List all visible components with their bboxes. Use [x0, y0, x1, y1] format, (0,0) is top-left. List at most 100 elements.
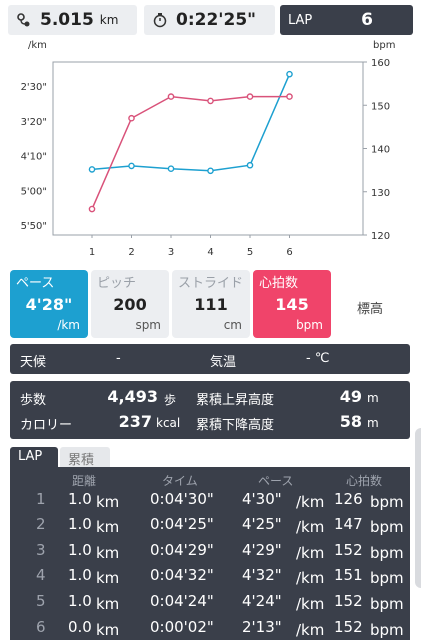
temperature-label: 気温: [210, 355, 237, 370]
left-tick-label: 2'30": [21, 82, 47, 93]
stride-label: ストライド: [178, 276, 244, 291]
x-tick-label: 5: [247, 247, 253, 258]
distance-value: 5.015: [40, 10, 94, 30]
time-box: 0:22'25": [144, 5, 275, 35]
pitch-unit: spm: [135, 318, 161, 332]
lap-pace: 2'13": [242, 618, 282, 636]
lap-heart-rate-unit: bpm: [370, 595, 404, 613]
weather-bar: 天候 - 気温 - ℃: [10, 344, 410, 374]
heart-rate-card[interactable]: 心拍数 145 bpm: [253, 270, 331, 338]
lap-label: LAP: [288, 12, 313, 28]
lap-pace-unit: /km: [296, 493, 325, 511]
lap-index: 2: [36, 515, 46, 533]
lap-index: 3: [36, 541, 46, 559]
elevation-card[interactable]: 標高: [340, 270, 400, 338]
heart-rate-point: [286, 93, 293, 100]
right-axis-label: bpm: [373, 40, 395, 51]
table-row[interactable]: 3 1.0 km 0:04'29" 4'29" /km 152 bpm: [10, 537, 410, 562]
lap-heart-rate: 152: [334, 541, 363, 559]
lap-pace-unit: /km: [296, 569, 325, 587]
table-row[interactable]: 6 0.0 km 0:00'02" 2'13" /km 152 bpm: [10, 614, 410, 639]
lap-heart-rate: 151: [334, 566, 363, 584]
stride-unit: cm: [223, 318, 242, 332]
lap-index: 6: [36, 618, 46, 636]
lap-pace: 4'24": [242, 592, 282, 610]
lap-time: 0:04'30": [150, 490, 214, 508]
stats-row: カロリー 237 kcal 累積下降高度 58 m: [10, 410, 410, 436]
lap-distance: 1.0: [68, 515, 92, 533]
calories-label: カロリー: [20, 418, 73, 433]
lap-distance-unit: km: [96, 569, 120, 587]
elevation-label: 標高: [356, 302, 383, 317]
heart-rate-value: 145: [275, 295, 309, 314]
pace-unit: /km: [57, 318, 80, 332]
lap-time: 0:04'24": [150, 592, 214, 610]
right-tick-label: 130: [371, 188, 390, 199]
lap-pace-unit: /km: [296, 544, 325, 562]
tab-cumulative[interactable]: 累積: [60, 447, 110, 468]
heart-rate-point: [88, 205, 96, 213]
x-tick-label: 6: [286, 247, 292, 258]
x-tick-label: 3: [168, 247, 174, 258]
calories-value: 237: [118, 412, 152, 431]
steps-label: 歩数: [20, 393, 47, 408]
lap-distance-unit: km: [96, 493, 120, 511]
x-tick-label: 2: [128, 247, 134, 258]
pace-line: [91, 73, 291, 172]
lap-heart-rate: 152: [334, 592, 363, 610]
lap-count: 6: [361, 10, 373, 30]
lap-heart-rate: 126: [334, 490, 363, 508]
pace-point: [88, 166, 96, 173]
stride-value: 111: [194, 295, 228, 314]
scroll-handle[interactable]: [415, 428, 421, 588]
lap-time: 0:00'02": [150, 618, 214, 636]
right-tick-label: 140: [371, 145, 390, 156]
distance-unit: km: [99, 13, 119, 27]
table-row[interactable]: 2 1.0 km 0:04'25" 4'25" /km 147 bpm: [10, 511, 410, 536]
pace-point: [167, 165, 175, 173]
weather-label: 天候: [20, 355, 47, 370]
pace-card[interactable]: ペース 4'28" /km: [10, 270, 88, 338]
lap-pace: 4'29": [242, 541, 282, 559]
lap-distance: 0.0: [68, 618, 92, 636]
lap-pace: 4'32": [242, 566, 282, 584]
temperature-value: - ℃: [306, 351, 330, 366]
table-row[interactable]: 4 1.0 km 0:04'32" 4'32" /km 151 bpm: [10, 562, 410, 587]
lap-heart-rate-unit: bpm: [370, 621, 404, 639]
lap-distance-unit: km: [96, 544, 120, 562]
lap-box: LAP 6: [280, 5, 413, 35]
lap-distance-unit: km: [96, 595, 120, 613]
route-icon: [16, 12, 32, 28]
heart-rate-label: 心拍数: [259, 276, 299, 291]
pace-point: [207, 167, 214, 175]
lap-chart: /km bpm 2'30" 3'20" 4'10" 5'00" 5'50" 160 150 1…: [21, 40, 396, 258]
weather-value: -: [116, 351, 121, 366]
heart-rate-point: [167, 93, 175, 100]
pitch-value: 200: [113, 295, 147, 314]
steps-value: 4,493: [107, 387, 158, 406]
lap-index: 4: [36, 566, 46, 584]
lap-time: 0:04'29": [150, 541, 214, 559]
summary-bar: 5.015 km 0:22'25" LAP 6: [8, 5, 413, 35]
table-row[interactable]: 1 1.0 km 0:04'30" 4'30" /km 126 bpm: [10, 486, 410, 511]
heart-rate-point: [128, 114, 135, 122]
left-tick-label: 5'50": [21, 221, 47, 232]
left-tick-label: 5'00": [21, 186, 47, 197]
lap-pace: 4'30": [242, 490, 282, 508]
x-tick-label: 1: [89, 247, 95, 258]
table-row[interactable]: 5 1.0 km 0:04'24" 4'24" /km 152 bpm: [10, 588, 410, 613]
x-tick-label: 4: [207, 247, 213, 258]
tab-lap[interactable]: LAP: [10, 447, 58, 467]
descent-value: 58: [339, 412, 362, 431]
lap-distance: 1.0: [68, 541, 92, 559]
plot-frame: [52, 61, 364, 236]
ascent-unit: m: [367, 391, 379, 405]
ascent-label: 累積上昇高度: [196, 393, 275, 408]
pitch-card[interactable]: ピッチ 200 spm: [91, 270, 169, 338]
steps-unit: 歩: [164, 393, 177, 407]
lap-table: 距離 タイム ペース 心拍数 1 1.0 km 0:04'30" 4'30"/km 126…: [10, 467, 410, 640]
stride-card[interactable]: ストライド 111 cm: [172, 270, 250, 338]
heart-rate-line: [91, 95, 290, 210]
calories-unit: kcal: [156, 416, 181, 430]
lap-pace-unit: /km: [296, 518, 325, 536]
